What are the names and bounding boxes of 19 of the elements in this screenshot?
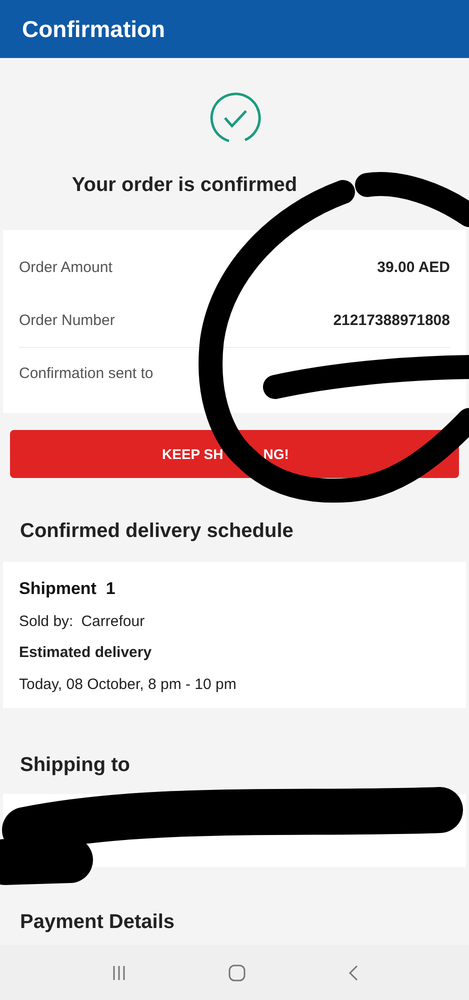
summary-value: 39.00 AED (377, 258, 450, 278)
section-title: Shipping to (20, 754, 130, 776)
section-title: Payment Details (20, 911, 175, 933)
sold-by-label: Sold by: (19, 612, 74, 632)
summary-label: Order Amount (19, 258, 112, 278)
summary-label: Order Number (19, 310, 115, 331)
summary-value: 21217388971808 (333, 310, 450, 331)
summary-label: Confirmation sent to (19, 364, 154, 384)
home-icon[interactable] (228, 964, 246, 982)
section-title: Confirmed delivery schedule (20, 520, 294, 542)
back-icon[interactable] (346, 964, 358, 982)
recent-apps-icon[interactable] (110, 964, 126, 980)
confirmation-message: Your order is confirmed (72, 173, 298, 198)
seller-name: Carrefour (81, 612, 145, 632)
screen-title: Confirmation (22, 14, 166, 44)
check-circle-icon (208, 92, 260, 144)
delivery-window: Today, 08 October, 8 pm - 10 pm (19, 674, 450, 696)
estimate-label: Estimated delivery (19, 643, 153, 663)
shipment-title: Shipment 1 (19, 578, 116, 600)
